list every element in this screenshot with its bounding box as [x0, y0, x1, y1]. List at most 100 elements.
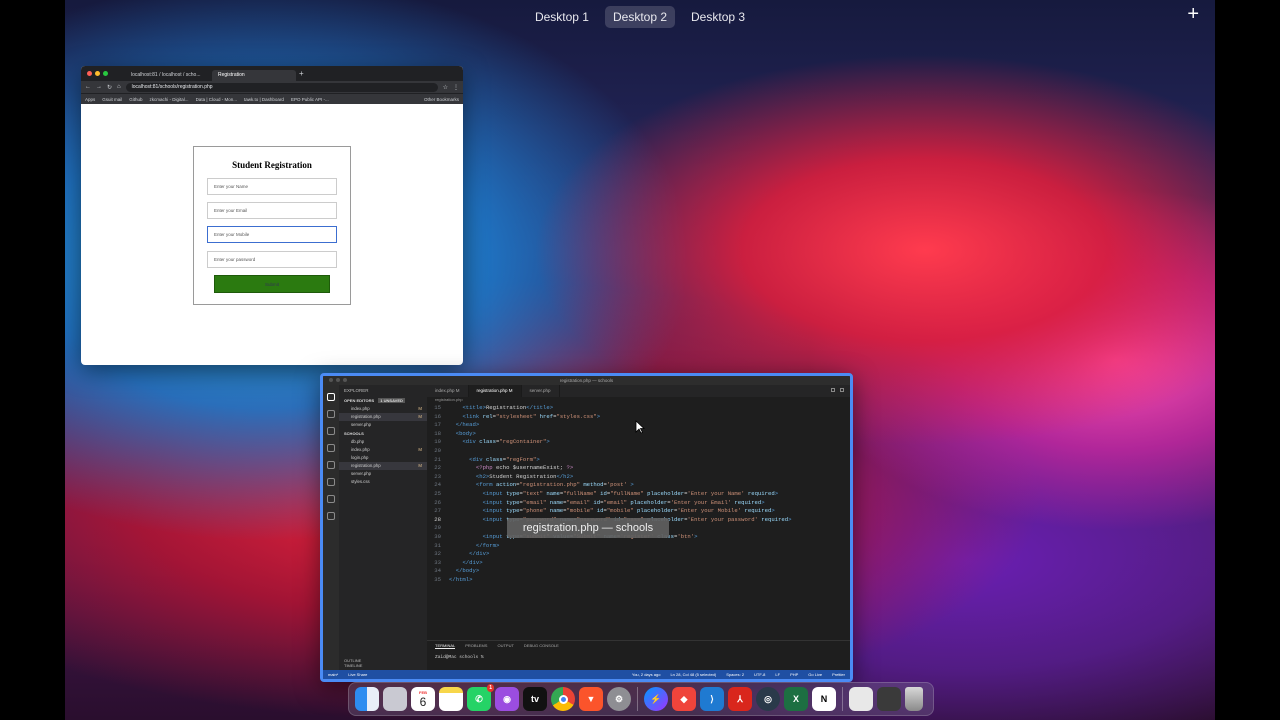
encoding[interactable]: UTF-8: [754, 672, 765, 677]
breadcrumb[interactable]: registration.php: [427, 397, 850, 404]
open-editor-item[interactable]: registration.php M: [339, 413, 427, 421]
bookmark-star-icon[interactable]: ☆: [443, 84, 448, 91]
open-editors-section[interactable]: OPEN EDITORS 1 UNSAVED: [339, 396, 427, 405]
code-line[interactable]: 20: [427, 447, 850, 456]
code-line[interactable]: 26 <input type="email" name="email" id="…: [427, 499, 850, 508]
bookmark-zkcmachi[interactable]: zkcmachi - Digital...: [150, 97, 189, 102]
code-line[interactable]: 24 <form action="registration.php" metho…: [427, 481, 850, 490]
desktop-3-thumb[interactable]: Desktop 3: [683, 6, 753, 28]
code-line[interactable]: 35 </html>: [427, 576, 850, 585]
finder-icon[interactable]: [355, 687, 379, 711]
excel-icon[interactable]: X: [784, 687, 808, 711]
panel-tab-output[interactable]: OUTPUT: [497, 643, 513, 649]
browser-tab-registration[interactable]: Registration: [212, 69, 296, 81]
cursor-position[interactable]: Ln 28, Col 48 (5 selected): [670, 672, 716, 677]
email-input[interactable]: Enter your Email: [207, 202, 337, 219]
source-control-icon[interactable]: [327, 427, 335, 435]
desktop-1-thumb[interactable]: Desktop 1: [527, 6, 597, 28]
mobile-input[interactable]: Enter your Mobile: [207, 226, 337, 243]
extensions-icon[interactable]: [327, 461, 335, 469]
language-mode[interactable]: PHP: [790, 672, 798, 677]
screenshot-stack-icon[interactable]: [877, 687, 901, 711]
run-debug-icon[interactable]: [327, 444, 335, 452]
launchpad-icon[interactable]: [383, 687, 407, 711]
code-line[interactable]: 23 <h2>Student Registration</h2>: [427, 473, 850, 482]
search-icon[interactable]: [327, 410, 335, 418]
code-line[interactable]: 21 <div class="regForm">: [427, 456, 850, 465]
brave-icon[interactable]: ▼: [579, 687, 603, 711]
extensions-icon[interactable]: ⋮: [453, 84, 459, 91]
browser-window[interactable]: localhost:81 / localhost / scho... Regis…: [81, 66, 463, 365]
indentation[interactable]: Spaces: 2: [726, 672, 744, 677]
bookmark-data-cloud[interactable]: Data | Cloud - Mon...: [196, 97, 237, 102]
browser-tab-phpmyadmin[interactable]: localhost:81 / localhost / scho...: [125, 70, 209, 81]
live-share-status[interactable]: Live Share: [348, 672, 367, 677]
timeline-section[interactable]: TIMELINE: [344, 663, 422, 668]
file-item[interactable]: index.php M: [339, 446, 427, 454]
desktop-2-thumb[interactable]: Desktop 2: [604, 6, 676, 28]
line-ending[interactable]: LF: [775, 672, 780, 677]
podcasts-icon[interactable]: ◉: [495, 687, 519, 711]
notion-icon[interactable]: N: [812, 687, 836, 711]
bookmark-apps[interactable]: Apps: [85, 97, 95, 102]
explorer-icon[interactable]: [327, 393, 335, 401]
bookmark-tawk[interactable]: tawk.to | Dashboard: [244, 97, 284, 102]
folder-schools[interactable]: SCHOOLS: [339, 429, 427, 438]
other-bookmarks[interactable]: Other Bookmarks: [424, 97, 459, 102]
open-editor-item[interactable]: index.php M: [339, 405, 427, 413]
split-editor-icon[interactable]: [831, 388, 835, 392]
back-icon[interactable]: ←: [85, 84, 91, 90]
trash-icon[interactable]: [905, 687, 923, 711]
close-window-icon[interactable]: [87, 71, 92, 76]
zoom-window-icon[interactable]: [103, 71, 108, 76]
system-preferences-icon[interactable]: ⚙: [607, 687, 631, 711]
calendar-icon[interactable]: FEB 6: [411, 687, 435, 711]
code-line[interactable]: 27 <input type="phone" name="mobile" id=…: [427, 507, 850, 516]
appletv-icon[interactable]: tv: [523, 687, 547, 711]
code-line[interactable]: 19 <div class="regContainer">: [427, 438, 850, 447]
whatsapp-icon[interactable]: 1 ✆: [467, 684, 494, 711]
anydesk-icon[interactable]: ◆: [672, 687, 696, 711]
live-share-icon[interactable]: [327, 495, 335, 503]
address-bar[interactable]: localhost:81/schools/registration.php: [125, 82, 438, 92]
docker-icon[interactable]: [327, 512, 335, 520]
tab-index-php[interactable]: index.php M: [427, 385, 469, 397]
submit-button[interactable]: Submit: [214, 275, 330, 293]
file-item[interactable]: registration.php M: [339, 462, 427, 470]
bookmark-epo[interactable]: EPO Public API -...: [291, 97, 329, 102]
file-item[interactable]: login.php: [339, 454, 427, 462]
go-live[interactable]: Go Live: [808, 672, 822, 677]
tab-server-php[interactable]: server.php: [522, 385, 560, 397]
panel-tab-problems[interactable]: PROBLEMS: [465, 643, 487, 649]
git-branch[interactable]: main*: [328, 672, 338, 677]
terminal-prompt[interactable]: Zaid@Mac schools %: [435, 655, 842, 660]
open-editor-item[interactable]: server.php: [339, 421, 427, 429]
tab-registration-php[interactable]: registration.php M: [468, 385, 522, 397]
zoom-window-icon[interactable]: [343, 378, 347, 382]
proxyman-icon[interactable]: ◎: [756, 687, 780, 711]
messenger-icon[interactable]: ⚡: [644, 687, 668, 711]
remote-explorer-icon[interactable]: [327, 478, 335, 486]
downloads-stack-icon[interactable]: [849, 687, 873, 711]
minimize-window-icon[interactable]: [336, 378, 340, 382]
panel-tab-debug-console[interactable]: DEBUG CONSOLE: [524, 643, 559, 649]
notes-icon[interactable]: [439, 687, 463, 711]
vscode-window[interactable]: registration.php — schools EXPLORER OPEN…: [320, 373, 853, 682]
acrobat-icon[interactable]: ⅄: [728, 687, 752, 711]
code-line[interactable]: 33 </div>: [427, 559, 850, 568]
git-blame[interactable]: You, 2 days ago: [632, 672, 661, 677]
home-icon[interactable]: ⌂: [117, 84, 121, 90]
panel-tab-terminal[interactable]: TERMINAL: [435, 643, 456, 649]
code-line[interactable]: 32 </div>: [427, 550, 850, 559]
code-line[interactable]: 22 <?php echo $usernameExist; ?>: [427, 464, 850, 473]
password-input[interactable]: Enter your password: [207, 251, 337, 268]
code-line[interactable]: 25 <input type="text" name="fullName" id…: [427, 490, 850, 499]
bookmark-gsuit[interactable]: Gsuit mail: [102, 97, 122, 102]
bookmark-github[interactable]: Github: [129, 97, 142, 102]
add-desktop-button[interactable]: +: [1187, 4, 1199, 24]
file-item[interactable]: db.php: [339, 438, 427, 446]
code-line[interactable]: 31 </form>: [427, 542, 850, 551]
terminal-panel[interactable]: TERMINAL PROBLEMS OUTPUT DEBUG CONSOLE Z…: [427, 640, 850, 670]
code-line[interactable]: 34 </body>: [427, 567, 850, 576]
close-window-icon[interactable]: [329, 378, 333, 382]
